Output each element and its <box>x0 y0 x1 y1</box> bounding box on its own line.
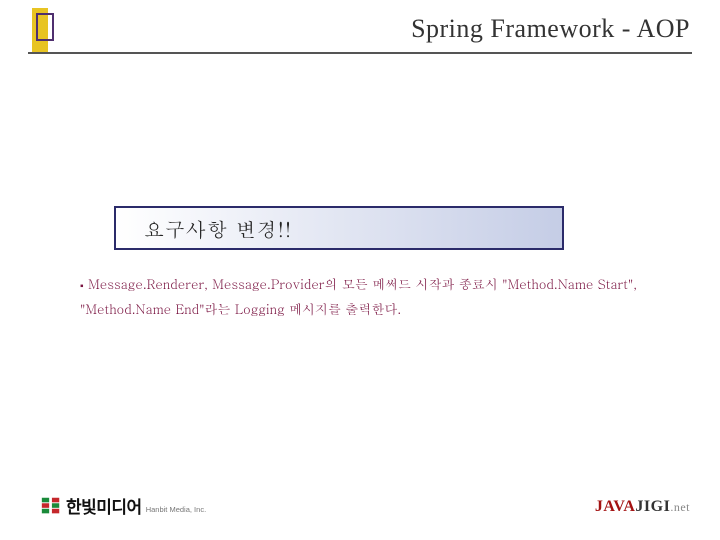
content-body: ▪ Message.Renderer, Message.Provider의 모든… <box>80 272 640 321</box>
footer-net: .net <box>670 500 690 514</box>
bullet-icon: ▪ <box>80 279 84 293</box>
callout-bar: 요구사항 변경!! <box>114 206 564 250</box>
header-accent-box <box>36 13 54 41</box>
footer-right: JAVAJIGI.net <box>595 498 690 516</box>
footer-left: 한빛미디어 Hanbit Media, Inc. <box>40 493 206 518</box>
footer-java: JAVA <box>595 498 636 515</box>
page-title: Spring Framework - AOP <box>411 14 690 44</box>
hanbit-logo-icon <box>40 495 62 517</box>
callout-label: 요구사항 변경!! <box>144 214 292 243</box>
content-text: Message.Renderer, Message.Provider의 모든 메… <box>80 274 637 318</box>
footer-brand-sub: Hanbit Media, Inc. <box>146 505 206 514</box>
footer-jigi: JIGI <box>635 498 670 515</box>
header-divider <box>28 52 692 54</box>
footer-brand-ko: 한빛미디어 <box>66 493 142 518</box>
slide: Spring Framework - AOP 요구사항 변경!! ▪ Messa… <box>0 0 720 540</box>
header: Spring Framework - AOP <box>0 8 720 54</box>
